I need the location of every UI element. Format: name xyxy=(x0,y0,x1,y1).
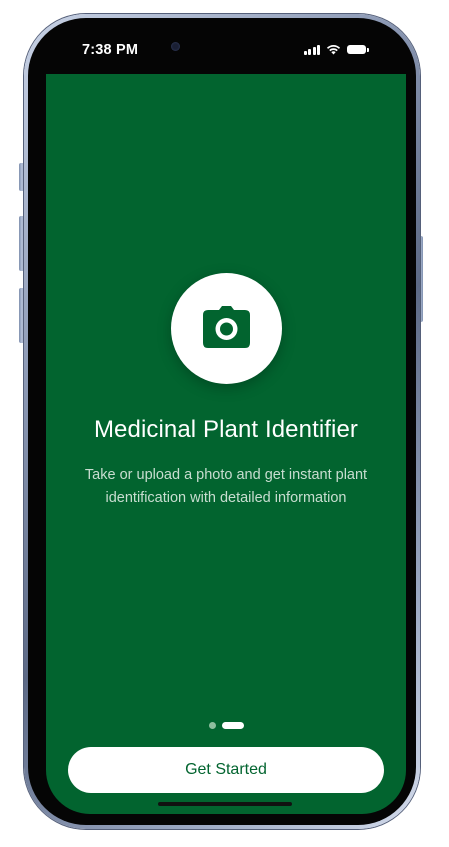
page-dot-1[interactable] xyxy=(208,722,216,729)
front-camera-icon xyxy=(171,42,180,51)
camera-icon xyxy=(203,306,250,348)
device-mockup: 7:38 PM Medicinal Plant Identifier Take … xyxy=(0,0,449,847)
page-indicator xyxy=(46,722,406,729)
app-subtitle: Take or upload a photo and get instant p… xyxy=(84,467,368,506)
page-dot-2-active[interactable] xyxy=(221,722,244,729)
phone-bezel: 7:38 PM Medicinal Plant Identifier Take … xyxy=(28,18,416,825)
wifi-icon xyxy=(326,44,341,55)
get-started-button[interactable]: Get Started xyxy=(68,747,384,793)
app-screen: Medicinal Plant Identifier Take or uploa… xyxy=(46,74,406,814)
app-title: Medicinal Plant Identifier xyxy=(93,416,359,443)
phone-frame: 7:38 PM Medicinal Plant Identifier Take … xyxy=(24,14,420,829)
battery-icon xyxy=(347,45,369,54)
status-time: 7:38 PM xyxy=(82,42,139,58)
status-bar: 7:38 PM xyxy=(28,18,416,74)
signal-icon xyxy=(303,44,320,55)
status-icons xyxy=(303,44,369,55)
home-indicator[interactable] xyxy=(158,802,292,806)
hero-icon-circle xyxy=(171,273,282,384)
